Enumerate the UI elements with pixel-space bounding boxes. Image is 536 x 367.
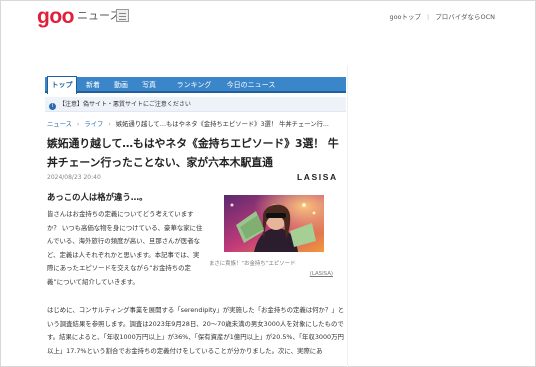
header-links: gooトップ | プロバイダならOCN <box>389 11 495 21</box>
browser-page: goo ニュース gooトップ | プロバイダならOCN トップ 新着 動画 写真 … <box>0 0 536 367</box>
article-paragraph: はじめに、コンサルティング事業を展開する「serendipity」が実施した「お… <box>47 306 345 355</box>
article-photo[interactable] <box>224 195 324 252</box>
nav-tab-top[interactable]: トップ <box>47 76 77 94</box>
goo-top-link[interactable]: gooトップ <box>389 11 421 21</box>
nav-tab-new[interactable]: 新着 <box>81 77 105 93</box>
breadcrumb-current: 嫉妬通り越して…もはやネタ《金持ちエピソード》3選！ 牛丼チェーン行... <box>115 121 329 128</box>
notice-text: 【注意】偽サイト・悪質サイトにご注意ください <box>59 101 191 108</box>
nav-tab-ranking[interactable]: ランキング <box>169 77 219 93</box>
nav-tab-today[interactable]: 今日のニュース <box>223 77 279 93</box>
breadcrumb-life[interactable]: ライフ <box>84 121 103 128</box>
caption-credit-link[interactable]: (LASISA) <box>209 269 333 279</box>
article-title: 嫉妬通り越して…もはやネタ《金持ちエピソード》3選！ 牛丼チェーン行ったことない… <box>47 137 339 169</box>
column-divider <box>347 65 348 367</box>
ocn-provider-link[interactable]: プロバイダならOCN <box>435 11 495 21</box>
breadcrumb-separator: › <box>76 121 80 128</box>
site-header: goo ニュース gooトップ | プロバイダならOCN <box>1 1 536 37</box>
breadcrumb-news[interactable]: ニュース <box>47 121 72 128</box>
breadcrumb: ニュース › ライフ › 嫉妬通り越して…もはやネタ《金持ちエピソード》3選！ 牛丼チェ… <box>47 119 346 128</box>
breadcrumb-separator: › <box>108 121 111 128</box>
warning-notice[interactable]: i 【注意】偽サイト・悪質サイトにご注意ください <box>45 97 346 112</box>
news-section-label[interactable]: ニュース <box>77 9 120 23</box>
info-icon: i <box>49 103 56 110</box>
nav-tab-photo[interactable]: 写真 <box>137 77 161 93</box>
link-divider: | <box>427 13 430 21</box>
newspaper-icon <box>116 9 129 22</box>
goo-logo[interactable]: goo <box>37 6 74 28</box>
photo-caption: まさに貴族！“お金持ち”エピソード (LASISA) <box>209 259 333 279</box>
caption-text: まさに貴族！“お金持ち”エピソード <box>209 261 296 267</box>
main-nav: トップ 新着 動画 写真 ランキング 今日のニュース <box>45 76 346 94</box>
nav-tab-video[interactable]: 動画 <box>109 77 133 93</box>
article-lead: あっこの人は格が違う…。 <box>47 192 148 202</box>
article-paragraph: 皆さんはお金持ちの定義についてどう考えていますか？ いつも高価な物を身につけてい… <box>47 210 203 286</box>
woman-with-cash-illustration <box>224 195 324 252</box>
lasisa-logo[interactable]: LASISA <box>297 172 338 182</box>
article-date: 2024/08/23 20:40 <box>47 174 101 181</box>
